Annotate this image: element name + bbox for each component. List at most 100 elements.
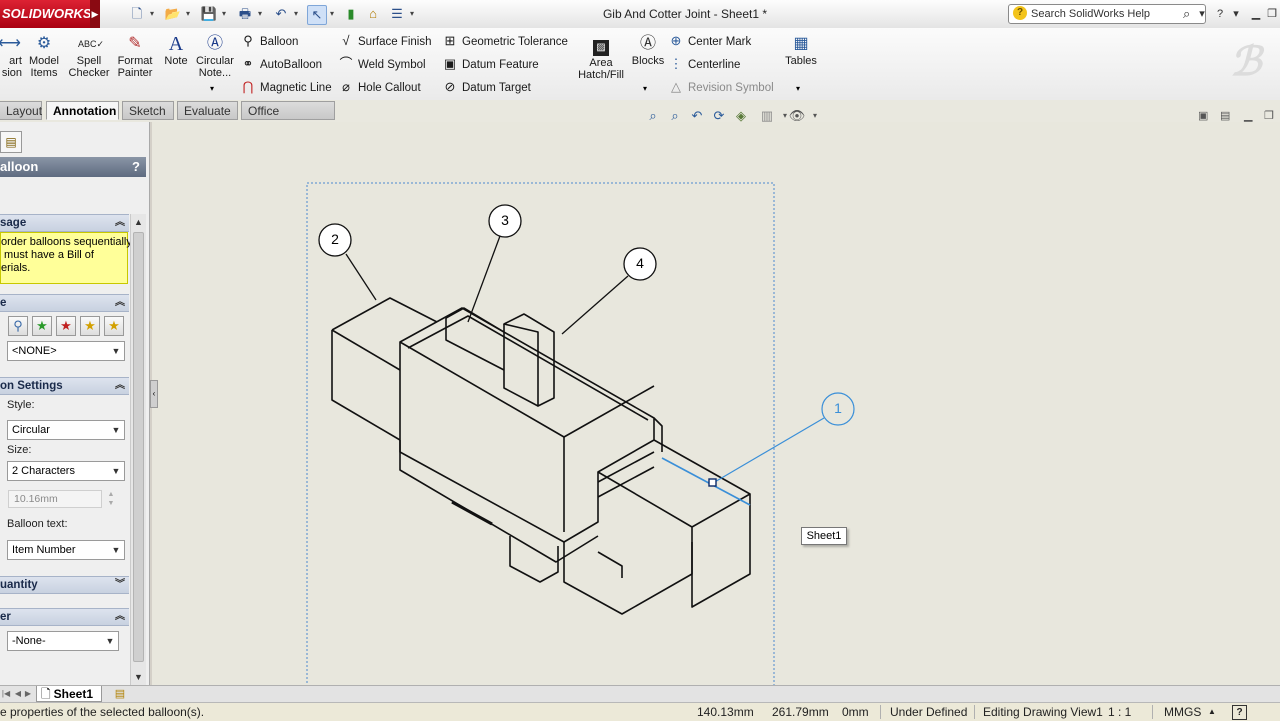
select-pointer-icon[interactable]: ↖: [307, 5, 327, 25]
balloon-settings-header[interactable]: on Settings ︽: [0, 377, 129, 395]
scroll-up-icon[interactable]: ▲: [131, 214, 146, 230]
balloon-size-select[interactable]: 2 Characters ▼: [7, 461, 125, 481]
message-group-header[interactable]: sage ︽: [0, 214, 129, 232]
balloon-button[interactable]: ⚲ Balloon: [240, 33, 298, 51]
tab-layout[interactable]: Layout: [0, 101, 42, 120]
display-style-icon[interactable]: ▥: [758, 107, 776, 125]
select-dropdown-icon[interactable]: ▾: [328, 5, 336, 23]
split-vertical-icon[interactable]: ▤: [1220, 109, 1236, 123]
format-painter-button[interactable]: ✎ Format Painter: [114, 32, 156, 96]
surface-finish-button[interactable]: √ Surface Finish: [338, 33, 431, 51]
blocks-dropdown-icon[interactable]: ▾: [643, 84, 647, 93]
circular-note-button[interactable]: Ⓐ Circular Note...: [194, 32, 236, 96]
collapse-icon[interactable]: ︽: [114, 215, 126, 231]
options-dropdown-icon[interactable]: ▾: [408, 5, 416, 23]
save-style-icon[interactable]: ★: [80, 316, 100, 336]
options-icon[interactable]: ☰: [388, 5, 406, 23]
hide-show-dropdown-icon[interactable]: ▾: [806, 107, 824, 125]
tables-dropdown-icon[interactable]: ▾: [796, 84, 800, 93]
save-dropdown-icon[interactable]: ▾: [220, 5, 228, 23]
datum-feature-button[interactable]: ▣ Datum Feature: [442, 56, 539, 74]
minimize-icon[interactable]: ▁: [1248, 6, 1264, 22]
help-icon[interactable]: ?: [1212, 6, 1228, 22]
solidworks-logo[interactable]: SOLIDWORKS: [0, 0, 92, 28]
blocks-button[interactable]: Ⓐ Blocks: [630, 32, 666, 96]
tab-annotation[interactable]: Annotation: [46, 101, 119, 120]
circular-note-dropdown-icon[interactable]: ▾: [210, 84, 214, 93]
collapse-icon[interactable]: ︽: [114, 378, 126, 394]
view-minimize-icon[interactable]: ▁: [1244, 109, 1258, 123]
add-sheet-icon[interactable]: ▤: [110, 686, 130, 702]
drawing-canvas[interactable]: 2 3 4 1: [152, 122, 1280, 685]
note-button[interactable]: A Note: [162, 32, 190, 96]
area-hatch-button[interactable]: ▨ Area Hatch/Fill: [576, 32, 626, 96]
print-icon[interactable]: 🖶: [236, 5, 254, 23]
property-manager-tab-icon[interactable]: ▤: [0, 131, 22, 153]
datum-target-button[interactable]: ⊘ Datum Target: [442, 79, 531, 97]
size-value-field[interactable]: 10.16mm: [8, 490, 102, 508]
new-document-icon[interactable]: 🗋: [128, 5, 146, 23]
open-dropdown-icon[interactable]: ▾: [184, 5, 192, 23]
load-style-icon[interactable]: ★: [104, 316, 124, 336]
status-scale[interactable]: 1 : 1: [1108, 703, 1131, 721]
autoballoon-button[interactable]: ⚭ AutoBalloon: [240, 56, 322, 74]
save-icon[interactable]: 💾: [200, 5, 218, 23]
spell-checker-button[interactable]: ABC✓ Spell Checker: [68, 32, 110, 96]
style-group-header[interactable]: e ︽: [0, 294, 129, 312]
undo-icon[interactable]: ↶: [272, 5, 290, 23]
model-items-button[interactable]: ⚙ Model Items: [28, 32, 60, 96]
status-units[interactable]: MMGS: [1164, 703, 1201, 721]
undo-dropdown-icon[interactable]: ▾: [292, 5, 300, 23]
scroll-down-icon[interactable]: ▼: [131, 669, 146, 685]
view-settings-icon[interactable]: ◈: [732, 107, 750, 125]
file-properties-icon[interactable]: ⌂: [364, 5, 382, 23]
geometric-tolerance-button[interactable]: ⊞ Geometric Tolerance: [442, 33, 568, 51]
sheet-tab-sheet1[interactable]: 🗋 Sheet1: [36, 686, 102, 702]
balloon-style-select[interactable]: Circular ▼: [7, 420, 125, 440]
drawing-view-svg[interactable]: [152, 122, 1280, 685]
tab-sketch[interactable]: Sketch: [122, 101, 174, 120]
tables-button[interactable]: ▦ Tables: [782, 32, 820, 96]
restore-icon[interactable]: ❐: [1264, 6, 1280, 22]
scroll-thumb[interactable]: [133, 232, 144, 662]
hide-show-items-icon[interactable]: 👁: [788, 107, 806, 125]
add-style-icon[interactable]: ★: [32, 316, 52, 336]
smart-dimension-button[interactable]: ⟷ art sion: [0, 32, 22, 96]
menu-arrow-icon[interactable]: ▶: [90, 0, 100, 28]
balloon-text-select[interactable]: Item Number ▼: [7, 540, 125, 560]
rebuild-icon[interactable]: ⟳: [710, 107, 728, 125]
search-dropdown-icon[interactable]: ▾: [1194, 6, 1210, 22]
zoom-to-area-icon[interactable]: ⌕: [666, 107, 684, 125]
expand-icon[interactable]: ︾: [114, 577, 126, 593]
layer-select[interactable]: -None- ▼: [7, 631, 119, 651]
split-horizontal-icon[interactable]: ▣: [1198, 109, 1214, 123]
size-spinner-icon[interactable]: ▲ ▼: [106, 490, 116, 508]
balloon-1-label[interactable]: 1: [827, 400, 849, 416]
weld-symbol-button[interactable]: ⌒ Weld Symbol: [338, 56, 425, 74]
panel-scrollbar[interactable]: ▲ ▼: [130, 214, 146, 685]
help-status-icon[interactable]: ?: [1232, 705, 1247, 720]
collapse-icon[interactable]: ︽: [114, 295, 126, 311]
layer-group-header[interactable]: er ︽: [0, 608, 129, 626]
help-dropdown-icon[interactable]: ▾: [1228, 6, 1244, 22]
first-sheet-icon[interactable]: |◀: [0, 687, 12, 701]
magnetic-line-button[interactable]: ⋂ Magnetic Line: [240, 79, 332, 97]
open-folder-icon[interactable]: 📂: [164, 5, 182, 23]
collapse-icon[interactable]: ︽: [114, 609, 126, 625]
tab-office-products[interactable]: Office Products: [241, 101, 335, 137]
new-dropdown-icon[interactable]: ▾: [148, 5, 156, 23]
style-select[interactable]: <NONE> ▼: [7, 341, 125, 361]
previous-view-icon[interactable]: ↶: [688, 107, 706, 125]
next-sheet-icon[interactable]: ▶: [22, 687, 34, 701]
rebuild-traffic-light-icon[interactable]: ▮: [342, 5, 360, 23]
print-dropdown-icon[interactable]: ▾: [256, 5, 264, 23]
units-dropdown-icon[interactable]: ▲: [1208, 703, 1216, 721]
zoom-to-fit-icon[interactable]: ⌕: [644, 107, 662, 125]
panel-collapse-handle[interactable]: ‹: [150, 380, 158, 408]
apply-style-icon[interactable]: ⚲: [8, 316, 28, 336]
tab-evaluate[interactable]: Evaluate: [177, 101, 238, 120]
pm-help-icon[interactable]: ?: [132, 157, 140, 177]
search-input[interactable]: [1031, 5, 1181, 23]
center-mark-button[interactable]: ⊕ Center Mark: [668, 33, 752, 51]
delete-style-icon[interactable]: ★: [56, 316, 76, 336]
